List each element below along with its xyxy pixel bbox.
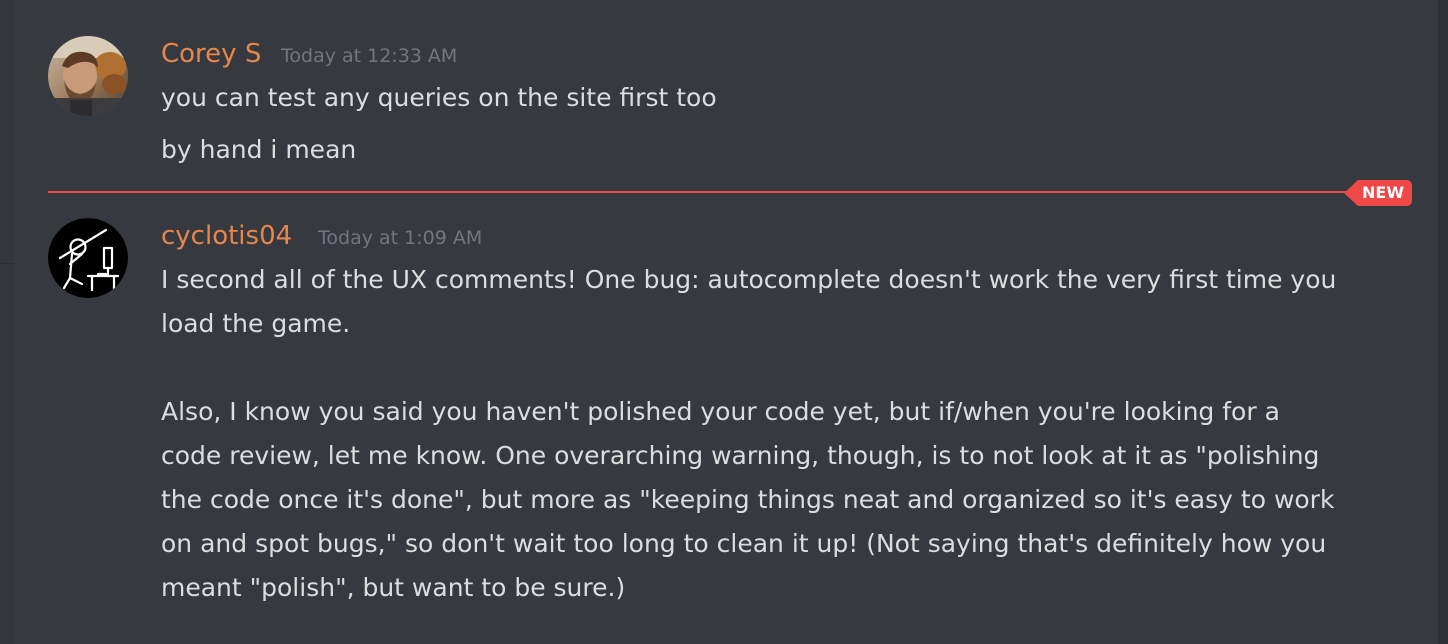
message-timestamp[interactable]: Today at 1:09 AM: [318, 226, 482, 250]
channel-sidebar-edge: [0, 0, 14, 644]
message-text-line: the code once it's done", but more as "k…: [161, 485, 1335, 514]
message-author[interactable]: cyclotis04: [161, 220, 292, 252]
message-timestamp[interactable]: Today at 12:33 AM: [281, 44, 457, 68]
user-avatar[interactable]: [48, 36, 128, 116]
new-badge-label: NEW: [1362, 183, 1404, 202]
new-messages-divider: [48, 191, 1354, 193]
message-text-line: meant "polish", but want to be sure.): [161, 573, 626, 602]
message-text-line: you can test any queries on the site fir…: [161, 83, 717, 112]
scrollbar-track[interactable]: [1438, 0, 1448, 644]
new-messages-badge: NEW: [1344, 180, 1412, 206]
message-text-line: load the game.: [161, 309, 351, 338]
user-photo-avatar-icon: [48, 36, 128, 116]
message-text-line: Also, I know you said you haven't polish…: [161, 397, 1280, 426]
message-text-line: code review, let me know. One overarchin…: [161, 441, 1320, 470]
message-text-line: I second all of the UX comments! One bug…: [161, 265, 1337, 294]
stick-figure-avatar-icon: [48, 218, 128, 298]
sidebar-divider: [0, 263, 14, 264]
message-author[interactable]: Corey S: [161, 38, 261, 70]
user-avatar[interactable]: [48, 218, 128, 298]
message-text-line: on and spot bugs," so don't wait too lon…: [161, 529, 1327, 558]
message-text-line: by hand i mean: [161, 135, 357, 164]
